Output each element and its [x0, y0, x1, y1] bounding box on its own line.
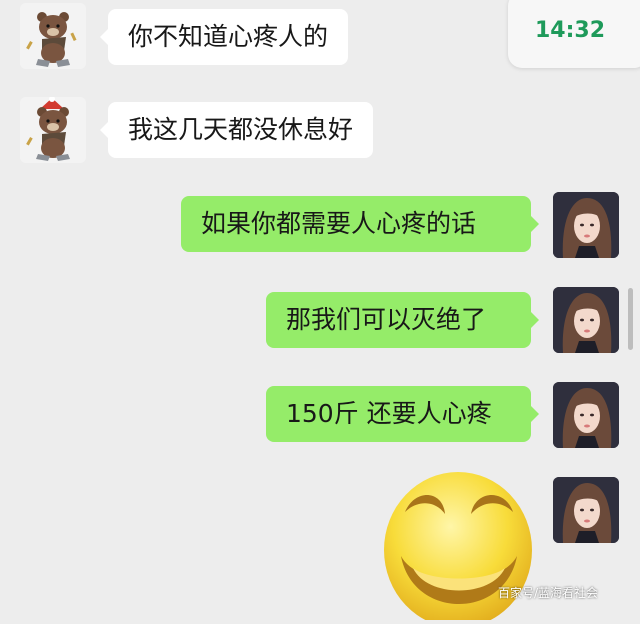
bear-avatar[interactable]	[20, 97, 86, 163]
portrait-icon	[553, 192, 619, 258]
bear-avatar[interactable]	[20, 3, 86, 69]
incoming-message-bubble[interactable]: 我这几天都没休息好	[99, 102, 374, 158]
bear-icon	[20, 97, 86, 163]
portrait-icon	[553, 382, 619, 448]
girl-avatar[interactable]	[553, 477, 619, 543]
girl-avatar[interactable]	[553, 192, 619, 258]
incoming-message-bubble[interactable]: 你不知道心疼人的	[99, 9, 349, 65]
scrollbar-thumb[interactable]	[628, 288, 633, 350]
bear-icon	[20, 3, 86, 69]
portrait-icon	[553, 287, 619, 353]
portrait-icon	[553, 477, 619, 543]
girl-avatar[interactable]	[553, 287, 619, 353]
girl-avatar[interactable]	[553, 382, 619, 448]
outgoing-message-bubble[interactable]: 那我们可以灭绝了	[266, 292, 539, 348]
outgoing-message-bubble[interactable]: 如果你都需要人心疼的话	[181, 196, 539, 252]
floating-clock-widget[interactable]: 14:32	[508, 0, 640, 68]
clock-time: 14:32	[534, 18, 606, 43]
watermark: 百家号/蓝海看社会	[498, 586, 599, 600]
outgoing-message-bubble[interactable]: 150斤 还要人心疼	[266, 386, 539, 442]
